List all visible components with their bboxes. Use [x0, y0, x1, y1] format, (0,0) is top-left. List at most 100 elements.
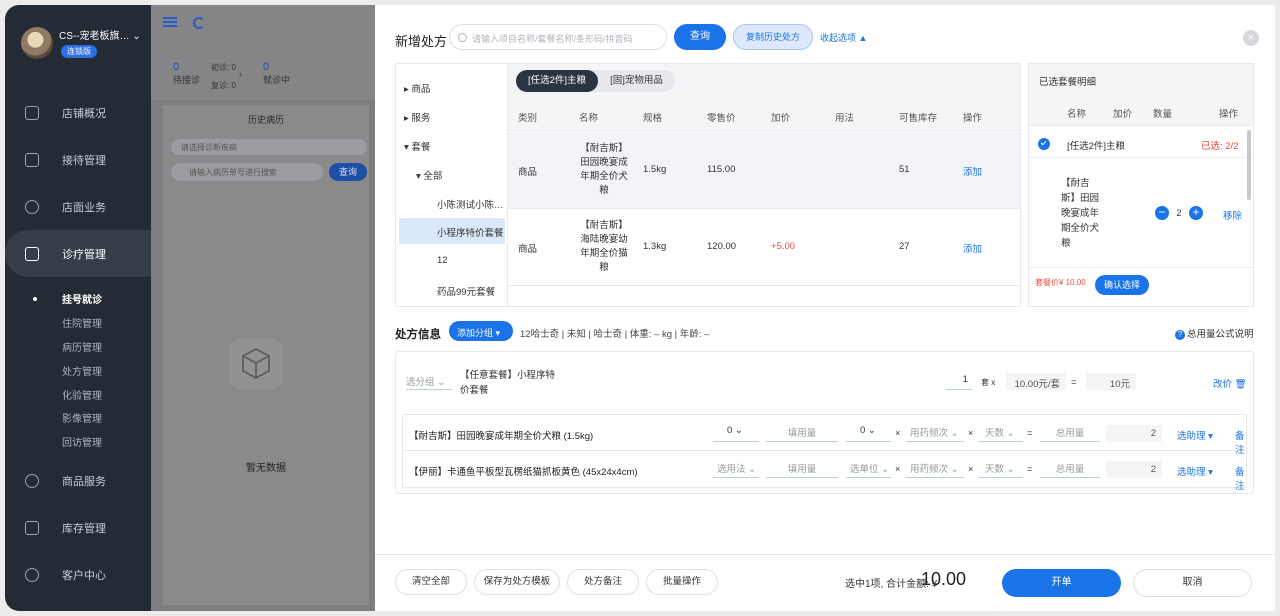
clinic-submenu: 挂号就诊 住院管理 病历管理 处方管理 化验管理 影像管理 回访管理: [5, 277, 151, 458]
days-select[interactable]: 天数 ⌄: [979, 425, 1023, 442]
days-select[interactable]: 天数 ⌄: [979, 461, 1023, 478]
tab-main-food[interactable]: [任选2件]主粮: [516, 70, 599, 92]
tree-item-chen-test[interactable]: 小陈测试小陈…: [437, 197, 504, 211]
caret-down-icon: ▾: [404, 142, 409, 153]
remove-button[interactable]: 移除: [1223, 208, 1242, 222]
sub-followup[interactable]: 回访管理: [5, 430, 151, 454]
rx-note-button[interactable]: 处方备注: [567, 569, 639, 595]
tree-all[interactable]: ▾ 全部: [416, 168, 442, 182]
chevron-down-icon: ⌄: [437, 377, 446, 388]
unit-select[interactable]: 0 ⌄: [846, 425, 891, 442]
minus-button[interactable]: −: [1155, 206, 1169, 220]
in-progress-stat[interactable]: 0 就诊中: [263, 61, 290, 86]
tree-item-drug-99[interactable]: 药品99元套餐: [437, 284, 495, 298]
assistant-select[interactable]: 选助理 ▾: [1177, 428, 1213, 442]
add-group-button[interactable]: 添加分组 ▾: [449, 321, 513, 341]
diagnosis-select[interactable]: 请选择诊断疾病: [171, 139, 367, 155]
sub-imaging[interactable]: 影像管理: [5, 406, 151, 430]
nav-customer[interactable]: 客户中心: [5, 552, 151, 599]
total-quantity: 2: [1106, 461, 1162, 478]
dose-input[interactable]: 填用量: [766, 461, 838, 478]
history-card: 历史病历 请选择诊断疾病 请输入病历单号进行搜索 查询 暂无数据: [163, 105, 369, 605]
selected-package-panel: 已选套餐明细 名称 加价 数量 操作 [任选2件]主粮 已选: 2/2 【耐吉斯…: [1028, 63, 1254, 307]
profile[interactable]: CS--宠老板旗… ⌄ 连锁版: [5, 5, 151, 73]
nav-store-business[interactable]: 店面业务: [5, 183, 151, 230]
product-selector: ▸ 商品 ▸ 服务 ▾ 套餐 ▾ 全部 小陈测试小陈… 小程序特价套餐 12 药…: [395, 63, 1021, 307]
confirm-button[interactable]: 确认选择: [1095, 275, 1149, 295]
refresh-icon[interactable]: [193, 17, 205, 29]
goods-icon: [25, 474, 39, 489]
unit-select[interactable]: 选单位 ⌄: [846, 461, 891, 478]
add-button[interactable]: 添加: [963, 164, 982, 178]
plus-button[interactable]: +: [1189, 206, 1203, 220]
package-unit-price: 10.00元/套: [1006, 373, 1066, 390]
new-prescription-drawer: 新增处方 请输入项目名称/套餐名称/条形码/拼音码 查询 复制历史处方 收起选项…: [375, 5, 1275, 611]
nav-clinic[interactable]: 诊疗管理: [5, 230, 151, 277]
category-tree: ▸ 商品 ▸ 服务 ▾ 套餐 ▾ 全部 小陈测试小陈… 小程序特价套餐 12 药…: [396, 64, 508, 306]
record-search-button[interactable]: 查询: [329, 163, 367, 181]
inventory-icon: [25, 521, 39, 536]
open-order-button[interactable]: 开单: [1002, 569, 1121, 597]
batch-button[interactable]: 批量操作: [646, 569, 718, 595]
wait-stat[interactable]: 0 待接诊: [173, 61, 200, 86]
scrollbar[interactable]: [1247, 130, 1251, 200]
nav-goods-service[interactable]: 商品服务: [5, 458, 151, 505]
sub-prescription[interactable]: 处方管理: [5, 358, 151, 382]
frequency-select[interactable]: 用药频次 ⌄: [906, 461, 964, 478]
selected-group: [任选2件]主粮 已选: 2/2: [1029, 126, 1253, 158]
save-template-button[interactable]: 保存为处方模板: [474, 569, 560, 595]
tree-item-12[interactable]: 12: [437, 255, 448, 266]
sub-lab[interactable]: 化验管理: [5, 382, 151, 406]
assistant-select[interactable]: 选助理 ▾: [1177, 464, 1213, 478]
collapse-options[interactable]: 收起选项 ▲: [820, 31, 867, 44]
item-search-input[interactable]: 请输入项目名称/套餐名称/条形码/拼音码: [449, 24, 667, 50]
package-tabs: [任选2件]主粮 [固]宠物用品: [508, 64, 1020, 96]
nav-store-overview[interactable]: 店铺概况: [5, 89, 151, 136]
clear-all-button[interactable]: 清空全部: [395, 569, 467, 595]
package-qty-input[interactable]: 1: [946, 374, 972, 390]
total-quantity: 2: [1106, 425, 1162, 442]
sub-records[interactable]: 病历管理: [5, 335, 151, 359]
record-search-input[interactable]: 请输入病历单号进行搜索: [171, 163, 323, 181]
sub-inpatient[interactable]: 住院管理: [5, 311, 151, 335]
nav-inventory[interactable]: 库存管理: [5, 505, 151, 552]
trash-icon[interactable]: 🗑: [1235, 379, 1247, 390]
query-button[interactable]: 查询: [674, 24, 726, 50]
dose-input[interactable]: 填用量: [766, 425, 838, 442]
package-price: 套餐价¥ 10.00: [1035, 278, 1086, 287]
close-icon[interactable]: ×: [1243, 30, 1259, 46]
tab-pet-supplies[interactable]: [固]宠物用品: [598, 70, 675, 92]
add-button[interactable]: 添加: [963, 241, 982, 255]
tree-item-mini-program[interactable]: 小程序特价套餐: [399, 218, 505, 244]
cancel-button[interactable]: 取消: [1133, 569, 1252, 597]
drug-row: 【耐吉斯】田园晚宴成年期全价犬粮 (1.5kg) 0 ⌄ 填用量 0 ⌄ × 用…: [402, 414, 1247, 456]
tree-package[interactable]: ▾ 套餐: [404, 139, 430, 153]
question-icon: ?: [1175, 330, 1185, 340]
tree-service[interactable]: ▸ 服务: [404, 110, 430, 124]
formula-help[interactable]: ? 总用量公式说明: [1175, 326, 1254, 340]
product-table-header: 类别 名称 规格 零售价 加价 用法 可售库存 操作: [508, 96, 1020, 131]
frequency-select[interactable]: 用药频次 ⌄: [906, 425, 964, 442]
usage-select[interactable]: 0 ⌄: [713, 425, 759, 442]
package-row: 选分组 ⌄ 【任意套餐】小程序特价套餐 1 套 x 10.00元/套 = 10元…: [406, 370, 1247, 396]
selected-header: 名称 加价 数量 操作: [1029, 94, 1253, 126]
copy-history-button[interactable]: 复制历史处方: [733, 24, 813, 50]
quantity-stepper: − 2 +: [1155, 206, 1203, 220]
package-total: 10元: [1086, 373, 1136, 390]
pet-info: 12哈士奇 | 未知 | 哈士奇 | 体重: – kg | 年龄: –: [520, 329, 710, 340]
background-header: 0 待接诊 初诊: 0 复诊: 0 › 0 就诊中: [151, 5, 375, 100]
reception-icon: [25, 152, 39, 167]
total-dose-input[interactable]: 总用量: [1040, 461, 1100, 478]
checked-icon[interactable]: [1038, 138, 1050, 150]
caret-down-icon: ▾: [416, 171, 421, 182]
sub-registration[interactable]: 挂号就诊: [5, 287, 151, 311]
note-button[interactable]: 备注: [1235, 464, 1246, 492]
edit-price-button[interactable]: 改价 🗑: [1213, 376, 1247, 390]
usage-select[interactable]: 选用法 ⌄: [713, 461, 759, 478]
menu-icon[interactable]: [163, 17, 177, 27]
total-dose-input[interactable]: 总用量: [1040, 425, 1100, 442]
group-select[interactable]: 选分组 ⌄: [406, 374, 452, 390]
tree-goods[interactable]: ▸ 商品: [404, 81, 430, 95]
selected-item: 【耐吉斯】田园晚宴成年期全价犬粮 − 2 + 移除: [1029, 158, 1253, 268]
nav-reception[interactable]: 接待管理: [5, 136, 151, 183]
